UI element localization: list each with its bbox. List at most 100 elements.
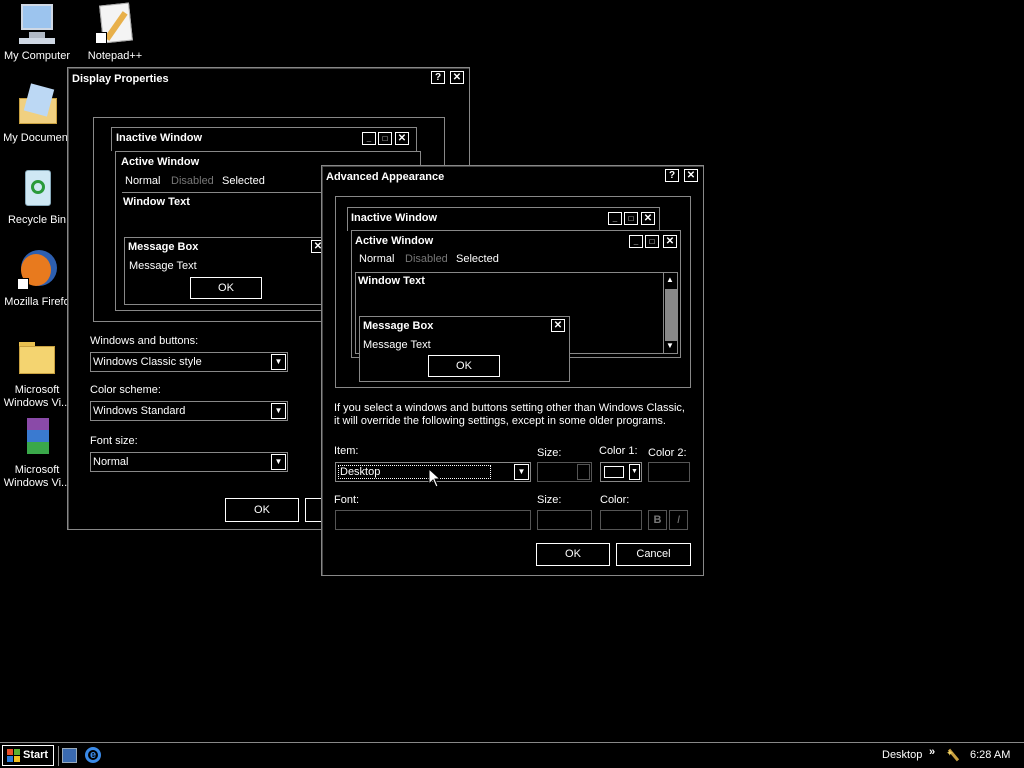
close-button[interactable]: ✕ [684,169,698,182]
size-spinner [537,462,592,482]
italic-button: I [669,510,688,530]
advanced-appearance-dialog: Advanced Appearance ? ✕ Inactive Window … [321,165,704,576]
chevron-down-icon: ▼ [271,354,286,370]
close-icon: ✕ [663,235,677,248]
desktop-icon-notepad[interactable]: Notepad++ [78,2,152,63]
preview-msgbox-text: Message Text [129,260,197,272]
help-button[interactable]: ? [665,169,679,182]
preview-msgbox-ok: OK [190,277,262,299]
scroll-down-icon: ▼ [666,341,674,350]
close-icon: ✕ [641,212,655,225]
desktop-icon-folder[interactable]: Microsoft Windows Vi... [0,336,74,410]
preview-menu-selected: Selected [222,175,265,187]
preview-inactive-window: Inactive Window _ □ ✕ [347,207,660,231]
preview-scrollbar: ▲ ▼ [663,273,678,353]
preview-menu-normal: Normal [359,253,395,265]
shortcut-arrow-icon [17,278,29,290]
firefox-icon [15,248,59,292]
preview-menu-selected: Selected [456,253,499,265]
tray-wand-icon[interactable]: ✦ [946,748,960,762]
folder-icon [15,336,59,380]
preview-window-text: Window Text [358,275,425,287]
minimize-icon: _ [362,132,376,145]
start-button[interactable]: Start [2,745,54,766]
font-select [335,510,531,530]
color2-picker [648,462,690,482]
font-size-value: Normal [93,456,129,468]
chevron-down-icon: ▼ [514,464,529,480]
desktop-icon-archive[interactable]: Microsoft Windows Vi... [0,416,74,490]
recycle-bin-icon [15,166,59,210]
size-label: Size: [537,447,562,459]
icon-label: Mozilla Firefo [4,296,70,308]
item-label: Item: [334,445,359,457]
color-scheme-value: Windows Standard [93,405,186,417]
info-text-line1: If you select a windows and buttons sett… [334,402,685,414]
spinner-arrows-icon [577,464,590,480]
preview-msgbox-ok: OK [428,355,500,377]
preview-active-title: Active Window [355,235,434,247]
preview-menu-normal: Normal [125,175,161,187]
font-size-label: Font size: [90,435,138,447]
desktop-toolbar-label[interactable]: Desktop [882,749,922,761]
icon-label: Microsoft Windows Vi... [3,384,71,409]
cancel-button[interactable]: Cancel [616,543,691,566]
mouse-cursor-icon [428,468,440,488]
shortcut-arrow-icon [95,32,107,44]
window-title: Display Properties [72,73,169,85]
icon-label: Microsoft Windows Vi... [3,464,71,489]
ok-button[interactable]: OK [225,498,299,522]
color-swatch [604,466,624,478]
internet-explorer-icon[interactable]: e [85,747,101,763]
scroll-thumb [665,289,677,341]
taskbar: Start e Desktop » ✦ 6:28 AM [0,742,1024,768]
documents-icon [15,83,59,128]
font-size-select[interactable]: Normal ▼ [90,452,288,472]
info-text-line2: it will override the following settings,… [334,415,666,427]
color-scheme-select[interactable]: Windows Standard ▼ [90,401,288,421]
maximize-icon: □ [624,212,638,225]
preview-menu-disabled: Disabled [171,175,214,187]
windows-buttons-value: Windows Classic style [93,356,202,368]
preview-active-title: Active Window [121,156,200,168]
desktop-icon-my-computer[interactable]: My Computer [0,2,74,63]
chevron-down-icon: ▼ [629,464,640,480]
desktop-icon-recycle-bin[interactable]: Recycle Bin [0,166,74,227]
preview-inactive-title: Inactive Window [116,132,203,144]
title-bar[interactable]: Advanced Appearance [324,168,701,186]
chevron-down-icon: ▼ [271,454,286,470]
preview-inactive-title: Inactive Window [351,212,438,224]
preview-message-box: Message Box ✕ Message Text OK [359,316,570,382]
ok-button[interactable]: OK [536,543,610,566]
icon-label: Recycle Bin [7,214,67,226]
font-color-label: Color: [600,494,630,506]
preview-inactive-window: Inactive Window _ □ ✕ [111,127,417,151]
title-bar[interactable]: Display Properties [70,70,467,88]
toolbar-chevron[interactable]: » [929,746,935,758]
close-button[interactable]: ✕ [450,71,464,84]
maximize-icon: □ [378,132,392,145]
font-color-picker [600,510,642,530]
color-scheme-label: Color scheme: [90,384,161,396]
help-button[interactable]: ? [431,71,445,84]
minimize-icon: _ [629,235,643,248]
windows-buttons-label: Windows and buttons: [90,335,199,347]
minimize-icon: _ [608,212,622,225]
windows-buttons-select[interactable]: Windows Classic style ▼ [90,352,288,372]
chevron-down-icon: ▼ [271,403,286,419]
close-icon: ✕ [551,319,565,332]
scroll-up-icon: ▲ [666,275,674,284]
start-label: Start [23,749,49,761]
desktop-icon-firefox[interactable]: Mozilla Firefo [0,248,74,309]
preview-menu-disabled: Disabled [405,253,448,265]
color1-picker[interactable]: ▼ [600,462,642,482]
font-size-select [537,510,592,530]
show-desktop-icon[interactable] [62,748,77,763]
bold-button: B [648,510,667,530]
preview-msgbox-title: Message Box [363,320,434,332]
desktop-icon-my-documents[interactable]: My Document [0,83,74,145]
clock[interactable]: 6:28 AM [970,749,1010,761]
windows-logo-icon [7,749,20,762]
color1-label: Color 1: [599,445,638,457]
computer-icon [15,2,59,46]
